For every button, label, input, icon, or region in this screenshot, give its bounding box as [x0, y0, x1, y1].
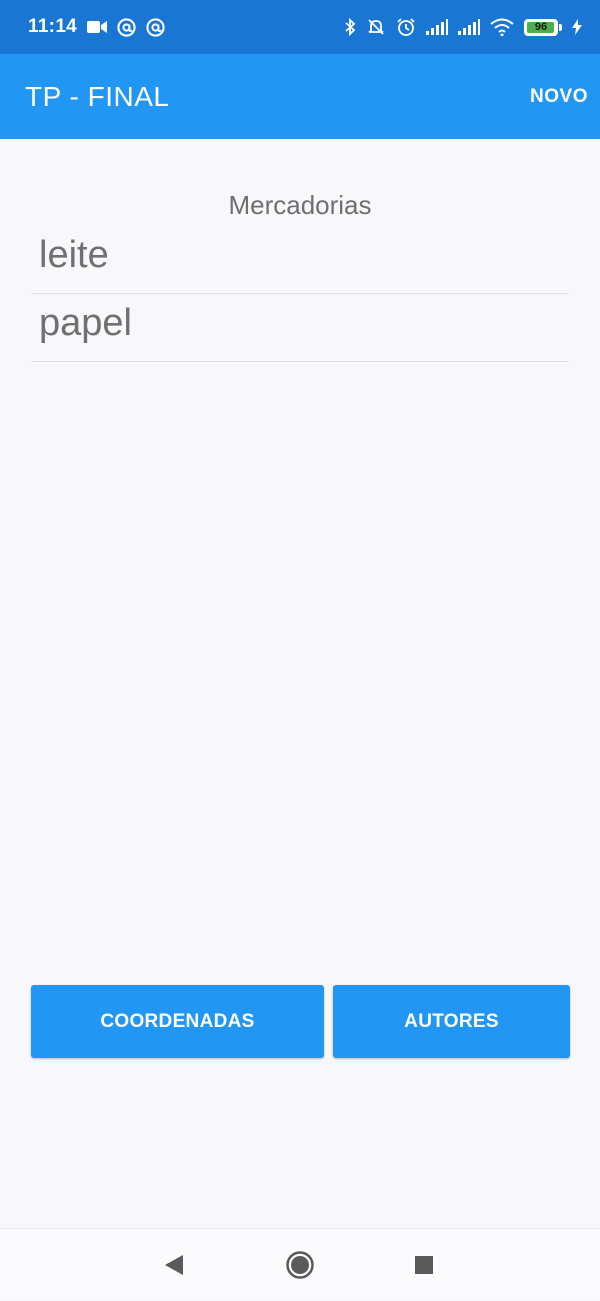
- app-bar: TP - FINAL NOVO: [0, 54, 600, 139]
- cell-signal-icon: [458, 19, 480, 35]
- status-bar-left: 11:14: [28, 16, 165, 38]
- section-title: Mercadorias: [228, 190, 372, 220]
- alarm-clock-icon: [396, 17, 416, 37]
- battery-icon: 96: [524, 18, 562, 36]
- cell-signal-icon: [426, 19, 448, 35]
- list-item[interactable]: papel: [31, 294, 569, 362]
- recents-square-icon[interactable]: [394, 1229, 454, 1301]
- silent-bell-icon: [366, 17, 386, 37]
- main-content: Mercadorias leite papel: [0, 139, 600, 1228]
- novo-button[interactable]: NOVO: [522, 78, 588, 116]
- status-bar-right: 96: [344, 17, 582, 37]
- at-sign-icon: [146, 17, 165, 37]
- list-item[interactable]: leite: [31, 226, 569, 294]
- home-circle-icon[interactable]: [270, 1229, 330, 1301]
- battery-level-text: 96: [534, 21, 548, 33]
- wifi-icon: [490, 18, 514, 36]
- battery-tip: [559, 23, 562, 31]
- charging-bolt-icon: [572, 19, 582, 35]
- autores-button[interactable]: AUTORES: [333, 985, 570, 1058]
- app-title: TP - FINAL: [25, 80, 170, 112]
- bluetooth-icon: [344, 18, 356, 36]
- status-bar: 11:14 96: [0, 0, 600, 54]
- video-camera-icon: [87, 20, 108, 34]
- at-sign-icon: [117, 17, 136, 37]
- battery-body: 96: [524, 18, 558, 36]
- coordenadas-button[interactable]: COORDENADAS: [31, 985, 324, 1058]
- bottom-button-row: COORDENADAS AUTORES: [31, 985, 570, 1058]
- system-nav-bar: [0, 1228, 600, 1300]
- status-time: 11:14: [28, 16, 78, 37]
- mercadorias-list: leite papel: [31, 226, 569, 362]
- back-triangle-icon[interactable]: [144, 1229, 204, 1301]
